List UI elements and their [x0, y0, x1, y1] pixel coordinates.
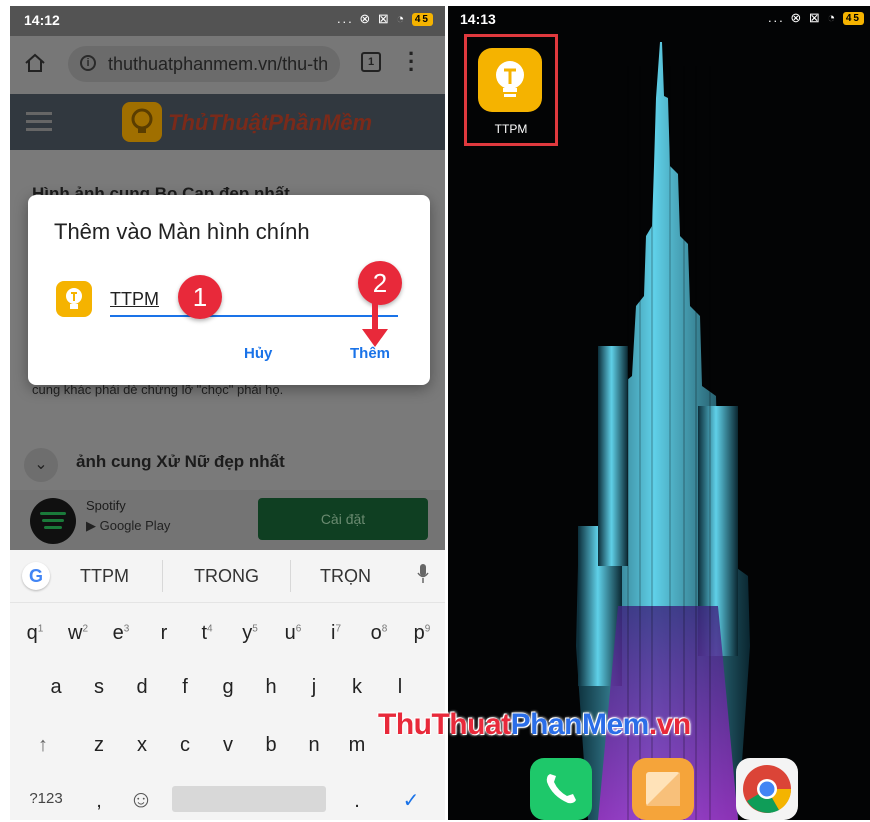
- key-k[interactable]: k: [342, 676, 372, 699]
- right-phone-screen: 14:13 ... ⊗ ⊠ ◔ 45 TTPM: [448, 6, 870, 820]
- microphone-icon[interactable]: [417, 564, 429, 584]
- key-y[interactable]: y5: [235, 622, 265, 645]
- key-m[interactable]: m: [342, 734, 372, 757]
- battery-icon: 45: [411, 13, 433, 27]
- key-h[interactable]: h: [256, 676, 286, 699]
- left-phone-screen: 14:12 ... ⊗ ⊠ ◔ 45 i thuthuatphanmem.vn/…: [10, 6, 445, 820]
- divider: [290, 560, 291, 592]
- key-x[interactable]: x: [127, 734, 157, 757]
- key-v[interactable]: v: [213, 734, 243, 757]
- key-u[interactable]: u6: [278, 622, 308, 645]
- key-s[interactable]: s: [84, 676, 114, 699]
- on-screen-keyboard: G TTPM TRONG TRỌN q1 w2 e3 r t4 y5 u6 i7…: [10, 550, 445, 820]
- google-icon[interactable]: G: [22, 562, 50, 590]
- site-logo-text: ThủThuậtPhầnMềm: [168, 110, 373, 135]
- ad-app-name: Spotify: [86, 498, 126, 513]
- suggestion-3[interactable]: TRỌN: [320, 566, 371, 587]
- suggestion-bar: G TTPM TRONG TRỌN: [10, 550, 445, 603]
- gallery-icon[interactable]: [632, 758, 694, 820]
- key-p[interactable]: p9: [407, 622, 437, 645]
- arrow-down-icon: [362, 303, 388, 347]
- step-1-badge: 1: [178, 275, 222, 319]
- hamburger-icon[interactable]: [26, 112, 52, 136]
- key-f[interactable]: f: [170, 676, 200, 699]
- key-n[interactable]: n: [299, 734, 329, 757]
- key-q[interactable]: q1: [20, 622, 50, 645]
- add-button[interactable]: Thêm: [350, 345, 390, 362]
- url-bar[interactable]: i thuthuatphanmem.vn/thu-th: [68, 46, 340, 82]
- info-icon[interactable]: i: [80, 55, 96, 71]
- comma-key[interactable]: ,: [84, 790, 114, 813]
- key-c[interactable]: c: [170, 734, 200, 757]
- site-logo-icon: [122, 102, 162, 142]
- home-icon[interactable]: [24, 52, 46, 74]
- period-key[interactable]: .: [342, 790, 372, 813]
- key-t[interactable]: t4: [192, 622, 222, 645]
- suggestion-2[interactable]: TRONG: [194, 566, 259, 587]
- app-label: TTPM: [494, 122, 528, 136]
- status-time: 14:13: [460, 11, 496, 27]
- cancel-button[interactable]: Hủy: [244, 345, 272, 362]
- watermark: ThuThuatPhanMem.vn: [378, 708, 691, 741]
- key-b[interactable]: b: [256, 734, 286, 757]
- ttpm-app-icon[interactable]: [478, 48, 542, 112]
- suggestion-1[interactable]: TTPM: [80, 566, 129, 587]
- status-icons: ... ⊗ ⊠ ◔ 45: [768, 10, 864, 26]
- article-title-2[interactable]: ảnh cung Xử Nữ đẹp nhất: [76, 452, 285, 472]
- key-d[interactable]: d: [127, 676, 157, 699]
- key-j[interactable]: j: [299, 676, 329, 699]
- site-header: ThủThuậtPhầnMềm: [10, 94, 445, 150]
- chrome-icon[interactable]: [736, 758, 798, 820]
- enter-check-icon[interactable]: ✓: [396, 788, 426, 813]
- dialog-title: Thêm vào Màn hình chính: [54, 219, 310, 244]
- add-to-homescreen-dialog: Thêm vào Màn hình chính TTPM 1 2 Hủy Thê…: [28, 195, 430, 385]
- tab-switcher-icon[interactable]: 1: [361, 52, 381, 72]
- step-2-badge: 2: [358, 261, 402, 305]
- more-menu-icon[interactable]: · · ·: [408, 43, 418, 81]
- shift-key[interactable]: ↑: [28, 734, 58, 757]
- key-a[interactable]: a: [41, 676, 71, 699]
- emoji-icon[interactable]: ☺: [126, 786, 156, 814]
- chevron-down-icon[interactable]: ⌄: [24, 448, 58, 482]
- symbols-key[interactable]: ?123: [24, 790, 68, 807]
- key-o[interactable]: o8: [364, 622, 394, 645]
- key-l[interactable]: l: [385, 676, 415, 699]
- status-bar: 14:13 ... ⊗ ⊠ ◔ 45: [448, 6, 870, 32]
- install-button[interactable]: Cài đặt: [258, 498, 428, 540]
- key-r[interactable]: r: [149, 622, 179, 645]
- spotify-icon: [30, 498, 76, 544]
- key-i[interactable]: i7: [321, 622, 351, 645]
- browser-toolbar: i thuthuatphanmem.vn/thu-th 1 · · ·: [10, 36, 445, 94]
- key-z[interactable]: z: [84, 734, 114, 757]
- shortcut-name-value: TTPM: [110, 289, 159, 309]
- divider: [162, 560, 163, 592]
- shortcut-name-input[interactable]: TTPM: [110, 285, 398, 317]
- key-e[interactable]: e3: [106, 622, 136, 645]
- ad-banner[interactable]: Spotify ▶ Google Play Cài đặt: [10, 490, 445, 550]
- status-icons: ... ⊗ ⊠ ◔ 45: [337, 11, 433, 27]
- key-g[interactable]: g: [213, 676, 243, 699]
- space-bar[interactable]: [172, 786, 326, 812]
- lightbulb-icon: [56, 281, 92, 317]
- status-time: 14:12: [24, 12, 60, 28]
- phone-icon[interactable]: [530, 758, 592, 820]
- url-text: thuthuatphanmem.vn/thu-th: [108, 54, 329, 74]
- battery-icon: 45: [842, 12, 864, 26]
- status-bar: 14:12 ... ⊗ ⊠ ◔ 45: [10, 6, 445, 36]
- ad-store: ▶ Google Play: [86, 518, 171, 533]
- key-w[interactable]: w2: [63, 622, 93, 645]
